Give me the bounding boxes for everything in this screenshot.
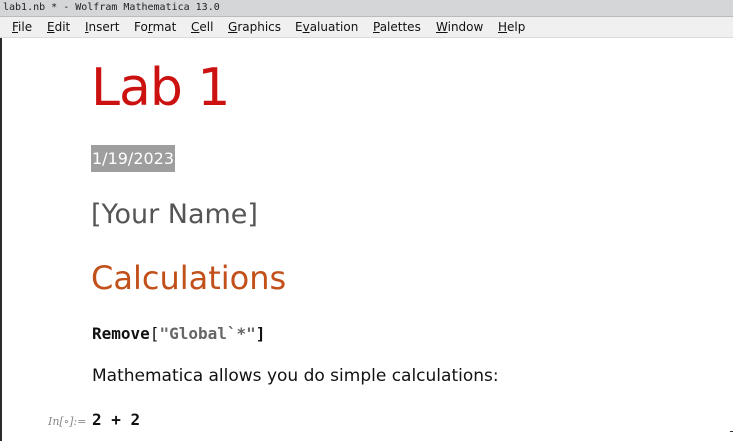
menu-palettes[interactable]: Palettes (373, 20, 421, 34)
window-title: lab1.nb * - Wolfram Mathematica 13.0 (3, 2, 220, 13)
menu-graphics[interactable]: Graphics (228, 20, 281, 34)
input-label: In[∘]:= (48, 415, 87, 428)
notebook-area[interactable]: Lab 1 1/19/2023 [Your Name] Calculations… (0, 38, 733, 441)
menu-edit[interactable]: Edit (47, 20, 70, 34)
section-cell[interactable]: Calculations (91, 257, 286, 299)
menu-insert[interactable]: Insert (85, 20, 119, 34)
menu-format[interactable]: Format (134, 20, 176, 34)
author-cell[interactable]: [Your Name] (91, 196, 258, 234)
title-cell[interactable]: Lab 1 (91, 57, 230, 119)
code-close-bracket: ] (255, 324, 266, 343)
code-open-bracket: [ (149, 324, 160, 343)
menu-help[interactable]: Help (498, 20, 525, 34)
menu-bar: File Edit Insert Format Cell Graphics Ev… (0, 17, 733, 38)
input-cell[interactable]: 2 + 2 (92, 408, 140, 432)
code-cell[interactable]: Remove["Global`*"] (92, 322, 265, 346)
code-string: "Global`*" (159, 324, 256, 343)
date-cell-selected[interactable]: 1/19/2023 (91, 145, 176, 172)
menu-file[interactable]: File (12, 20, 32, 34)
code-function: Remove (92, 324, 150, 343)
menu-cell[interactable]: Cell (191, 20, 213, 34)
window-title-bar: lab1.nb * - Wolfram Mathematica 13.0 (0, 0, 733, 17)
menu-evaluation[interactable]: Evaluation (295, 20, 358, 34)
menu-window[interactable]: Window (436, 20, 483, 34)
text-cell[interactable]: Mathematica allows you do simple calcula… (92, 363, 499, 389)
